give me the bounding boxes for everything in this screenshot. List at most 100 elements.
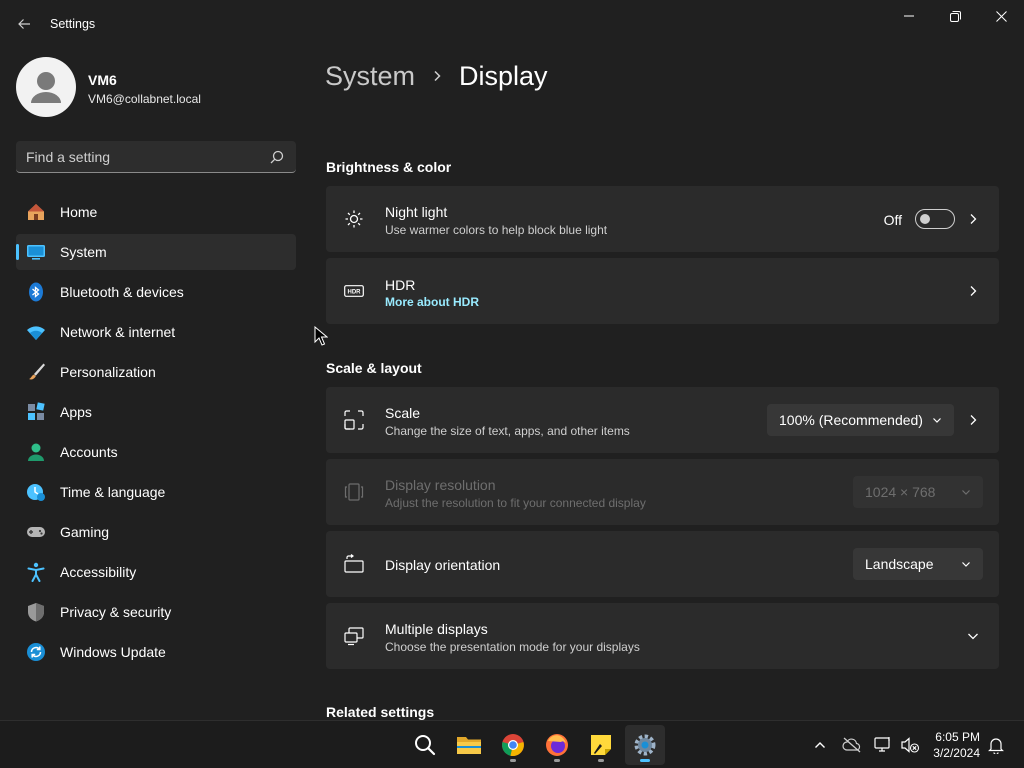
search-box[interactable] [16,141,296,173]
volume-muted-icon [901,737,920,753]
multiple-displays-card[interactable]: Multiple displays Choose the presentatio… [326,603,999,669]
volume-tray[interactable] [898,733,922,757]
section-related-settings: Related settings [326,704,435,720]
sidebar-item-accessibility[interactable]: Accessibility [16,554,296,590]
search-icon [415,735,436,756]
chevron-right-icon [970,286,977,296]
restore-button[interactable] [932,0,978,32]
sidebar-item-apps[interactable]: Apps [16,394,296,430]
minimize-icon [904,15,914,17]
profile-email: VM6@collabnet.local [88,92,201,106]
network-disconnected-icon [874,737,890,752]
scale-dropdown[interactable]: 100% (Recommended) [767,404,954,436]
chevron-right-icon [970,415,977,425]
minimize-button[interactable] [886,0,932,32]
hdr-icon: HDR [344,285,364,297]
notifications-button[interactable] [984,733,1008,757]
sidebar-item-bluetooth[interactable]: Bluetooth & devices [16,274,296,310]
sidebar-item-windows-update[interactable]: Windows Update [16,634,296,670]
app-title: Settings [50,17,96,31]
bluetooth-icon [29,282,43,302]
clock-date: 3/2/2024 [933,746,980,760]
chrome-icon [502,734,524,757]
taskbar-firefox[interactable] [537,725,577,765]
taskbar-search[interactable] [405,725,445,765]
sidebar-item-system[interactable]: System [16,234,296,270]
sidebar-item-personalization[interactable]: Personalization [16,354,296,390]
svg-text:HDR: HDR [348,290,362,296]
chevron-down-icon [962,562,970,567]
chevron-down-icon [933,418,941,423]
firefox-icon [546,734,568,756]
close-button[interactable] [978,0,1024,32]
apps-icon [28,402,45,420]
multiple-displays-icon [344,627,364,646]
person-icon [31,72,61,103]
onedrive-tray[interactable] [840,733,864,757]
sidebar-item-privacy[interactable]: Privacy & security [16,594,296,630]
display-orientation-card: Display orientation Landscape [326,531,999,597]
orientation-dropdown[interactable]: Landscape [853,548,983,580]
scale-subtitle: Change the size of text, apps, and other… [385,424,630,438]
section-brightness-color: Brightness & color [326,159,452,175]
scale-title: Scale [385,405,421,421]
cloud-offline-icon [842,737,861,753]
display-resolution-subtitle: Adjust the resolution to fit your connec… [385,496,646,510]
display-resolution-title: Display resolution [385,477,496,493]
system-clock[interactable]: 6:05 PM 3/2/2024 [933,729,980,761]
sidebar-item-time-language[interactable]: Time & language [16,474,296,510]
settings-icon [634,734,656,756]
sidebar-item-gaming[interactable]: Gaming [16,514,296,550]
hdr-card[interactable]: HDR HDR More about HDR [326,258,999,324]
back-button[interactable] [12,12,36,36]
chevron-right-icon [970,214,977,224]
night-light-state: Off [883,212,902,228]
network-tray[interactable] [872,733,896,757]
gamepad-icon [27,527,45,537]
sticky-notes-icon [591,735,611,755]
search-icon[interactable] [270,150,284,164]
scale-icon [344,410,364,430]
night-light-card[interactable]: Night light Use warmer colors to help bl… [326,186,999,252]
back-arrow-icon [18,19,30,29]
night-light-icon [345,210,363,228]
clock-time: 6:05 PM [935,730,980,744]
display-resolution-card: Display resolution Adjust the resolution… [326,459,999,525]
sidebar-nav: Home System Bluetooth & devices Network … [16,194,296,674]
wifi-icon [27,326,45,340]
breadcrumb: System Display [325,58,548,94]
shield-icon [28,603,44,622]
taskbar: 6:05 PM 3/2/2024 [0,720,1024,768]
multiple-displays-title: Multiple displays [385,621,488,637]
night-light-toggle[interactable] [915,209,955,229]
mouse-cursor-icon [314,326,328,346]
display-orientation-title: Display orientation [385,557,501,573]
close-icon [995,10,1007,22]
orientation-value: Landscape [865,556,934,572]
search-input[interactable] [26,141,266,172]
accounts-icon [28,443,44,461]
resolution-icon [344,483,364,501]
orientation-icon [344,554,364,573]
profile-name: VM6 [88,72,117,88]
accessibility-icon [27,562,45,582]
hdr-more-link[interactable]: More about HDR [385,295,479,309]
chevron-up-icon [815,742,825,748]
title-bar: Settings [0,0,1024,48]
user-profile[interactable]: VM6 VM6@collabnet.local [16,57,296,117]
sidebar-item-network[interactable]: Network & internet [16,314,296,350]
sidebar-item-home[interactable]: Home [16,194,296,230]
scale-card[interactable]: Scale Change the size of text, apps, and… [326,387,999,453]
taskbar-chrome[interactable] [493,725,533,765]
chevron-down-icon[interactable] [967,630,979,642]
breadcrumb-parent[interactable]: System [325,61,415,92]
taskbar-sticky-notes[interactable] [581,725,621,765]
taskbar-settings[interactable] [625,725,665,765]
show-hidden-icons-button[interactable] [808,733,832,757]
update-icon [27,643,45,661]
file-explorer-icon [457,737,481,754]
scale-value: 100% (Recommended) [779,412,923,428]
sidebar-item-accounts[interactable]: Accounts [16,434,296,470]
taskbar-file-explorer[interactable] [449,725,489,765]
time-language-icon [27,484,45,501]
